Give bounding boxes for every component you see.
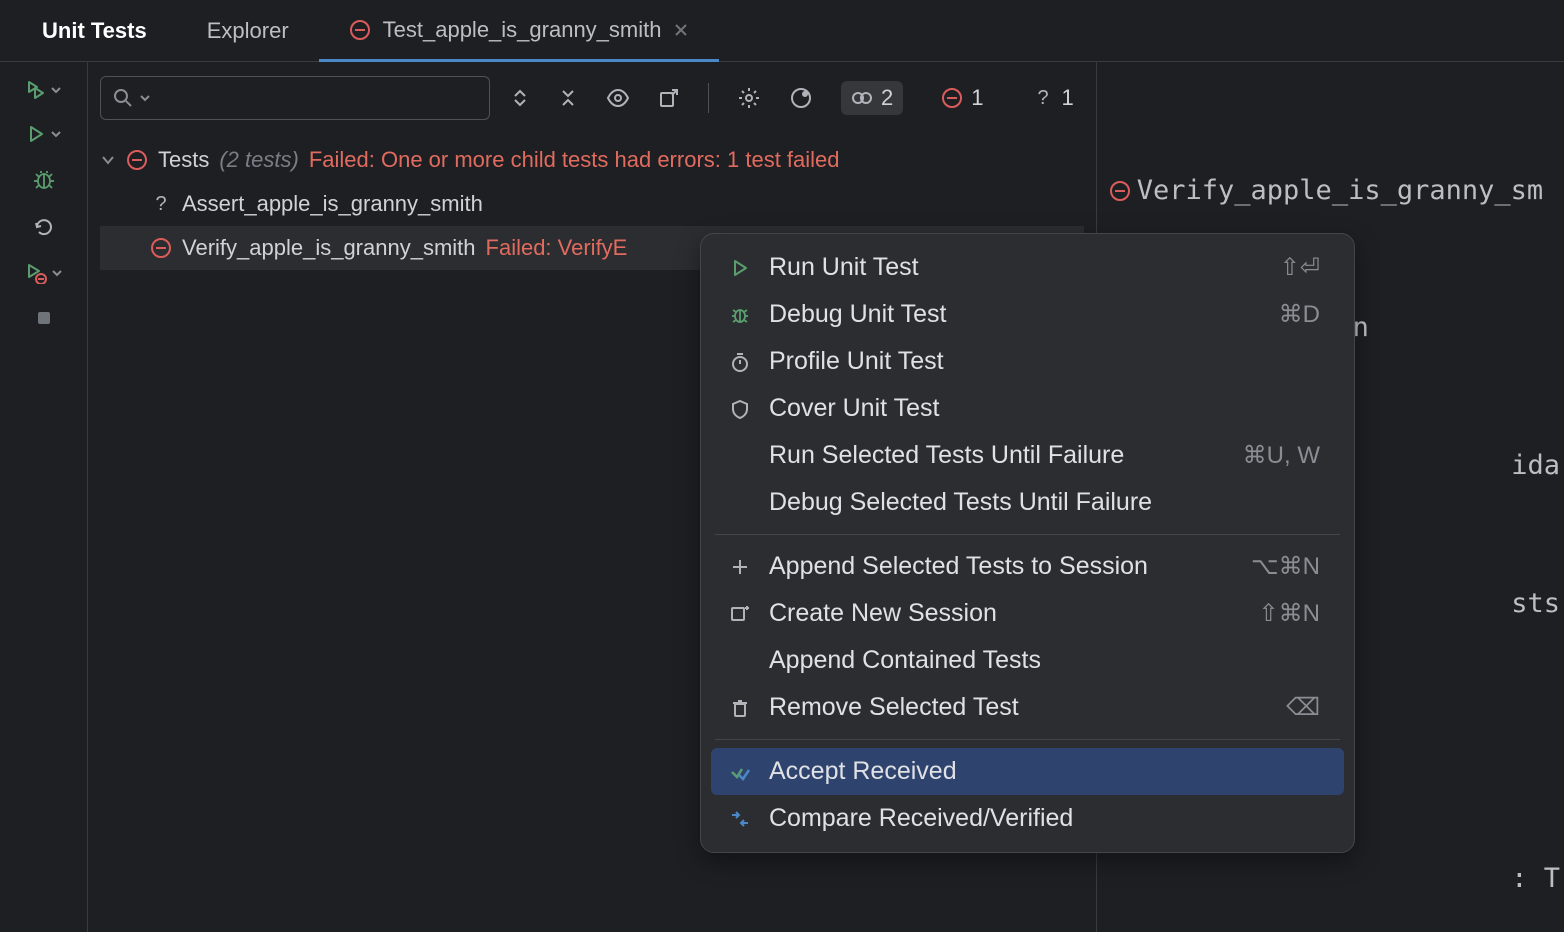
bug-icon <box>727 304 753 326</box>
toolbar: 2 1 ? 1 <box>100 76 1084 120</box>
trash-icon <box>727 698 753 718</box>
tree-item-label: Assert_apple_is_granny_smith <box>182 191 483 217</box>
run-failed-button[interactable] <box>25 262 63 284</box>
menu-shortcut: ⌘U, W <box>1243 441 1320 470</box>
tab-file[interactable]: Test_apple_is_granny_smith <box>319 0 720 62</box>
tree-root-meta: (2 tests) <box>219 147 298 173</box>
tree-root-error: Failed: One or more child tests had erro… <box>309 147 840 173</box>
menu-label: Run Selected Tests Until Failure <box>769 441 1227 470</box>
rerun-button[interactable] <box>33 216 55 238</box>
debug-button[interactable] <box>32 168 56 192</box>
svg-text:?: ? <box>1037 87 1048 109</box>
menu-label: Accept Received <box>769 757 1320 786</box>
gear-icon[interactable] <box>737 86 761 110</box>
menu-shortcut: ⌫ <box>1286 693 1320 722</box>
menu-append-session[interactable]: Append Selected Tests to Session ⌥⌘N <box>711 543 1344 590</box>
search-input[interactable] <box>100 76 490 120</box>
expand-icon[interactable] <box>510 88 530 108</box>
menu-label: Debug Selected Tests Until Failure <box>769 488 1320 517</box>
compare-icon <box>727 808 753 830</box>
tab-unit-tests[interactable]: Unit Tests <box>12 0 177 62</box>
tree-root-label: Tests <box>158 147 209 173</box>
menu-label: Debug Unit Test <box>769 300 1263 329</box>
stop-button[interactable] <box>34 308 54 328</box>
tab-explorer[interactable]: Explorer <box>177 0 319 62</box>
menu-label: Run Unit Test <box>769 253 1264 282</box>
chevron-down-icon <box>50 128 62 140</box>
menu-shortcut: ⇧⏎ <box>1280 253 1320 282</box>
chevron-down-icon <box>50 84 62 96</box>
divider <box>708 83 709 113</box>
tree-item-error: Failed: VerifyE <box>486 235 628 261</box>
tests-count-chip[interactable]: 2 <box>841 81 903 115</box>
menu-shortcut: ⌘D <box>1279 300 1320 329</box>
failed-count: 1 <box>971 85 983 111</box>
chevron-down-icon <box>51 267 63 279</box>
fail-icon <box>126 149 148 171</box>
eye-icon[interactable] <box>606 86 630 110</box>
menu-shortcut: ⇧⌘N <box>1259 599 1320 628</box>
menu-run[interactable]: Run Unit Test ⇧⏎ <box>711 244 1344 291</box>
fail-icon <box>150 237 172 259</box>
fail-icon <box>1109 180 1131 202</box>
menu-divider <box>715 739 1340 740</box>
menu-divider <box>715 534 1340 535</box>
menu-debug[interactable]: Debug Unit Test ⌘D <box>711 291 1344 338</box>
tree-item-assert[interactable]: ? Assert_apple_is_granny_smith <box>100 182 1084 226</box>
menu-create-session[interactable]: Create New Session ⇧⌘N <box>711 590 1344 637</box>
chevron-down-icon <box>100 152 116 168</box>
export-icon[interactable] <box>658 87 680 109</box>
menu-shortcut: ⌥⌘N <box>1251 552 1320 581</box>
menu-remove[interactable]: Remove Selected Test ⌫ <box>711 684 1344 731</box>
output-line: : T <box>1109 856 1564 902</box>
chevron-down-icon <box>139 92 151 104</box>
menu-label: Append Selected Tests to Session <box>769 552 1235 581</box>
unknown-count: 1 <box>1062 85 1074 111</box>
plus-icon <box>727 558 753 576</box>
run-icon <box>727 258 753 278</box>
menu-append-contained[interactable]: Append Contained Tests <box>711 637 1344 684</box>
shield-icon <box>727 399 753 419</box>
fail-icon <box>941 87 963 109</box>
tab-label: Explorer <box>207 18 289 44</box>
menu-accept-received[interactable]: Accept Received <box>711 748 1344 795</box>
tree-root[interactable]: Tests (2 tests) Failed: One or more chil… <box>100 138 1084 182</box>
tests-count: 2 <box>881 85 893 111</box>
run-all-button[interactable] <box>26 80 62 100</box>
unknown-count-chip[interactable]: ? 1 <box>1022 81 1084 115</box>
search-icon <box>113 88 133 108</box>
menu-label: Cover Unit Test <box>769 394 1320 423</box>
coverage-icon[interactable] <box>789 86 813 110</box>
tab-bar: Unit Tests Explorer Test_apple_is_granny… <box>0 0 1564 62</box>
run-button[interactable] <box>26 124 62 144</box>
close-icon[interactable] <box>673 22 689 38</box>
tab-label: Unit Tests <box>42 18 147 44</box>
accept-icon <box>727 761 753 783</box>
fail-icon <box>349 19 371 41</box>
menu-profile[interactable]: Profile Unit Test <box>711 338 1344 385</box>
stopwatch-icon <box>727 352 753 372</box>
menu-debug-until-failure[interactable]: Debug Selected Tests Until Failure <box>711 479 1344 526</box>
menu-label: Create New Session <box>769 599 1243 628</box>
output-title: Verify_apple_is_granny_sm <box>1137 168 1543 214</box>
menu-run-until-failure[interactable]: Run Selected Tests Until Failure ⌘U, W <box>711 432 1344 479</box>
context-menu: Run Unit Test ⇧⏎ Debug Unit Test ⌘D Prof… <box>700 233 1355 853</box>
menu-label: Profile Unit Test <box>769 347 1320 376</box>
collapse-icon[interactable] <box>558 88 578 108</box>
menu-label: Compare Received/Verified <box>769 804 1320 833</box>
tests-icon <box>851 87 873 109</box>
failed-count-chip[interactable]: 1 <box>931 81 993 115</box>
unknown-icon: ? <box>150 193 172 215</box>
tree-item-label: Verify_apple_is_granny_smith <box>182 235 476 261</box>
tab-label: Test_apple_is_granny_smith <box>383 17 662 43</box>
svg-text:?: ? <box>155 193 166 215</box>
menu-label: Remove Selected Test <box>769 693 1270 722</box>
menu-label: Append Contained Tests <box>769 646 1320 675</box>
action-gutter <box>0 62 88 932</box>
menu-cover[interactable]: Cover Unit Test <box>711 385 1344 432</box>
new-session-icon <box>727 604 753 624</box>
unknown-icon: ? <box>1032 87 1054 109</box>
menu-compare[interactable]: Compare Received/Verified <box>711 795 1344 842</box>
